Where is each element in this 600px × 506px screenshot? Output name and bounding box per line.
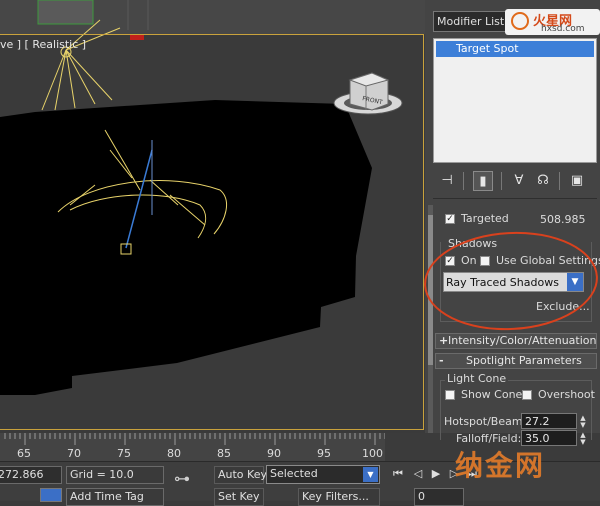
panel-scrollbar[interactable]	[428, 205, 433, 433]
chevron-down-icon[interactable]: ▼	[363, 467, 378, 482]
toolbar-separator	[463, 172, 464, 190]
modifier-list-label: Modifier List	[437, 15, 505, 28]
configure-sets-icon[interactable]: ▣	[567, 171, 587, 191]
rollout-title: Spotlight Parameters	[466, 354, 582, 367]
viewport-label[interactable]: ve ] [ Realistic ]	[0, 38, 86, 51]
set-key-button[interactable]: Set Key	[214, 488, 264, 506]
key-icon[interactable]: ⊶	[174, 469, 190, 488]
pin-stack-icon[interactable]: ⊣	[437, 171, 457, 191]
go-to-start-icon[interactable]: ⏮	[390, 466, 406, 482]
target-distance-value: 508.985	[540, 213, 586, 226]
grid-readout: Grid = 10.0	[66, 466, 164, 484]
show-end-result-icon[interactable]: ▮	[473, 171, 493, 191]
ruler-tick-label: 100	[362, 447, 383, 460]
key-selection-dropdown[interactable]: Selected ▼	[266, 465, 380, 484]
targeted-checkbox[interactable]: ✓	[445, 214, 455, 224]
ruler-tick-label: 90	[267, 447, 281, 460]
ruler-tick-label: 65	[17, 447, 31, 460]
selected-value: Selected	[270, 467, 318, 480]
spinner-arrows-icon[interactable]: ▲ ▼	[578, 432, 588, 446]
key-filters-button[interactable]: Key Filters...	[298, 488, 380, 506]
ruler-tick-label: 75	[117, 447, 131, 460]
stack-toolbar: ⊣ ▮ ∀ ☊ ▣	[433, 168, 597, 194]
rollout-title: Intensity/Color/Attenuation	[448, 334, 597, 347]
panel-divider	[433, 198, 597, 199]
show-cone-label: Show Cone	[461, 388, 523, 401]
auto-key-button[interactable]: Auto Key	[214, 466, 267, 484]
spinner-arrows-icon[interactable]: ▲ ▼	[578, 415, 588, 429]
previous-frame-icon[interactable]: ◁	[410, 466, 426, 482]
hotspot-spinner[interactable]: 27.2 ▲ ▼	[521, 413, 586, 429]
play-icon[interactable]: ▶	[428, 466, 444, 482]
current-frame-field[interactable]: 0	[414, 488, 464, 506]
rollout-intensity-color-attenuation[interactable]: + Intensity/Color/Attenuation	[435, 333, 597, 349]
overshoot-label: Overshoot	[538, 388, 595, 401]
remove-modifier-icon[interactable]: ☊	[533, 171, 553, 191]
watermark-sub-text: hxsd.com	[541, 24, 585, 34]
add-time-tag-button[interactable]: Add Time Tag	[66, 488, 164, 506]
watermark-logo: 火星网 hxsd.com	[505, 9, 600, 35]
active-viewport-border	[0, 34, 424, 430]
stack-item-target-spot[interactable]: Target Spot	[436, 41, 594, 57]
hotspot-value[interactable]: 27.2	[525, 415, 550, 428]
ruler-tick-label: 85	[217, 447, 231, 460]
light-cone-title: Light Cone	[445, 372, 509, 385]
targeted-label: Targeted	[461, 212, 509, 225]
perspective-viewport[interactable]: FRONT ve ] [ Realistic ]	[0, 0, 425, 433]
toolbar-separator	[501, 172, 502, 190]
toolbar-separator	[559, 172, 560, 190]
rollout-collapse-icon: -	[439, 354, 444, 367]
ruler-tick-label: 95	[317, 447, 331, 460]
top-viewport-grid-box	[37, 0, 94, 25]
rollout-spotlight-parameters[interactable]: - Spotlight Parameters	[435, 353, 597, 369]
bottom-watermark: 纳金网	[455, 449, 546, 482]
coordinate-field[interactable]: 272.866	[0, 466, 62, 484]
modifier-stack[interactable]: Target Spot	[433, 38, 597, 163]
hotspot-label: Hotspot/Beam:	[444, 415, 527, 428]
make-unique-icon[interactable]: ∀	[509, 171, 529, 191]
ruler-tick-label: 80	[167, 447, 181, 460]
rollout-expand-icon: +	[439, 334, 449, 347]
swirl-icon	[511, 12, 529, 30]
ruler-tick-label: 70	[67, 447, 81, 460]
show-cone-checkbox[interactable]	[445, 390, 455, 400]
overshoot-checkbox[interactable]	[522, 390, 532, 400]
